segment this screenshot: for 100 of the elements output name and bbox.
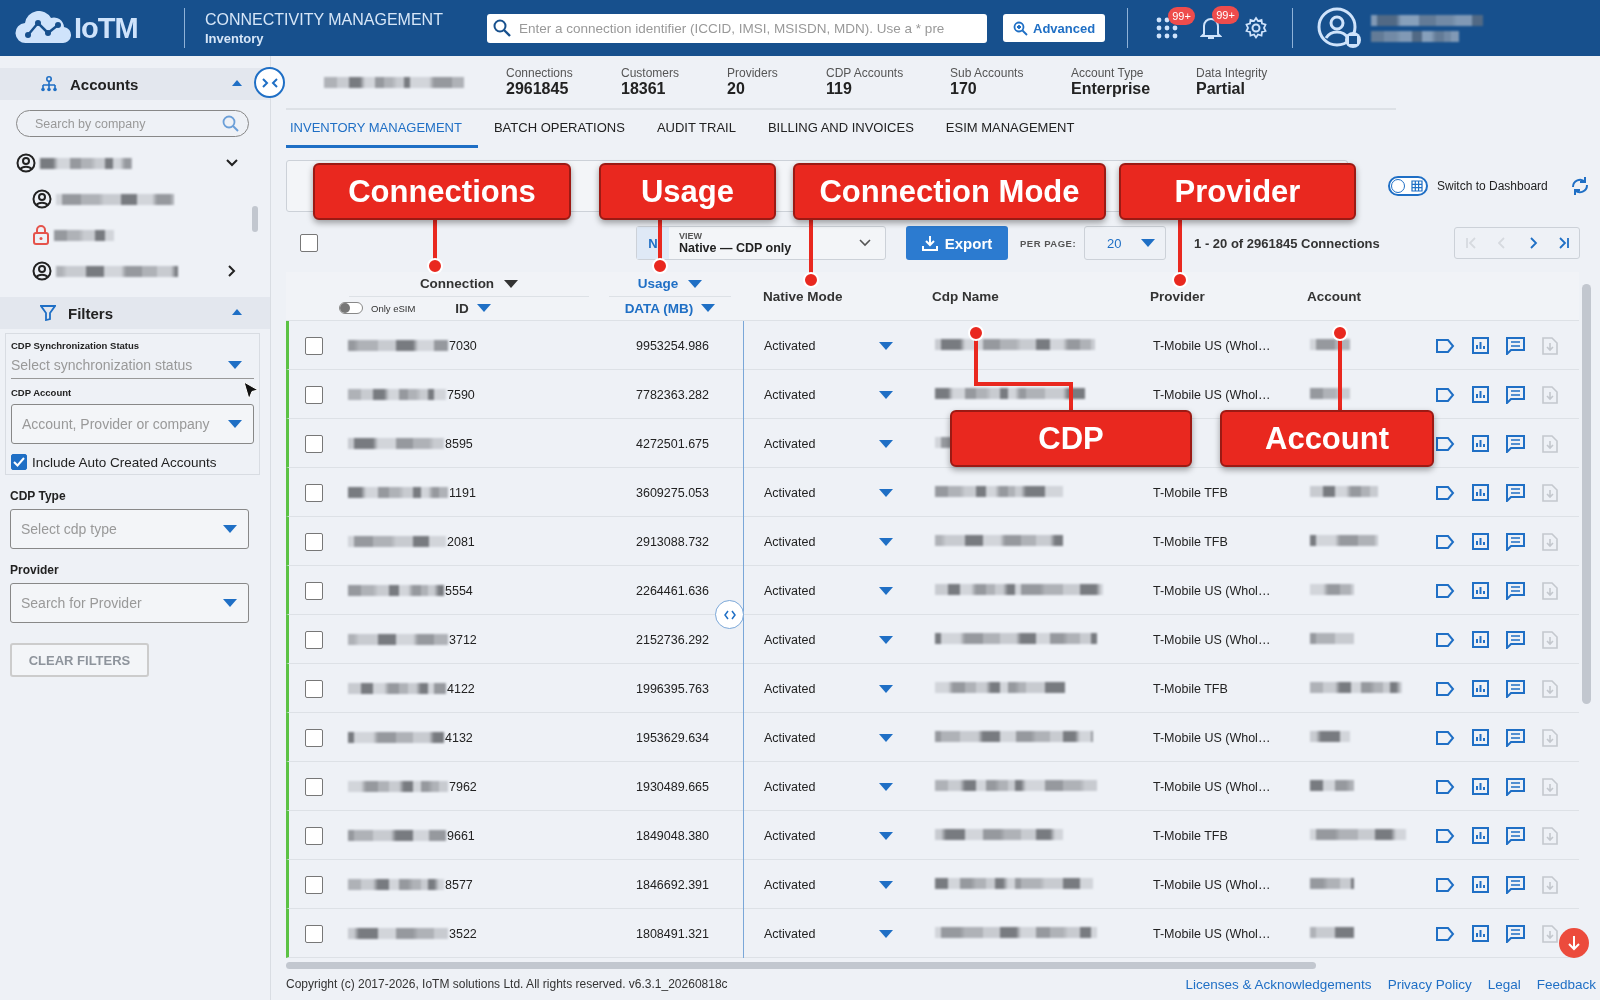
mode-value: Activated	[764, 681, 816, 696]
footer-link[interactable]: Legal	[1487, 976, 1521, 992]
mode-value: Activated	[764, 926, 816, 941]
stat-label: Account Type	[1071, 66, 1145, 80]
tab[interactable]: BATCH OPERATIONS	[489, 110, 641, 148]
mode-value: Activated	[764, 877, 816, 892]
provider-value: T-Mobile US (Whol…	[1153, 583, 1271, 598]
column-header[interactable]: Account	[1299, 288, 1404, 304]
usage-value: 2913088.732	[636, 534, 709, 549]
footer-link[interactable]: Licenses & Acknowledgements	[1185, 976, 1372, 992]
export-button[interactable]: Export	[906, 226, 1008, 260]
callout-label: Usage	[599, 163, 776, 220]
per-page-dropdown[interactable]: 20	[1084, 226, 1167, 260]
connection-id: 5554	[445, 583, 473, 598]
tab[interactable]: AUDIT TRAIL	[652, 110, 752, 148]
stat-label: Providers	[727, 66, 779, 80]
tab[interactable]: BILLING AND INVOICES	[763, 110, 930, 148]
toggle-label: Only eSIM	[371, 302, 416, 314]
column-subheader[interactable]: DATA (MB)	[624, 300, 694, 316]
accounts-header[interactable]: Accounts	[0, 68, 270, 100]
provider-value: T-Mobile US (Whol…	[1153, 387, 1271, 402]
usage-value: 1996395.763	[636, 681, 709, 696]
mode-value: Activated	[764, 338, 816, 353]
mode-value: Activated	[764, 828, 816, 843]
usage-value: 2152736.292	[636, 632, 709, 647]
connection-id: 3712	[449, 632, 477, 647]
stat-value: Partial	[1196, 80, 1246, 98]
provider-value: T-Mobile TFB	[1153, 485, 1228, 500]
tab[interactable]: ESIM MANAGEMENT	[941, 110, 1091, 148]
mode-value: Activated	[764, 436, 816, 451]
mode-value: Activated	[764, 387, 816, 402]
usage-value: 7782363.282	[636, 387, 709, 402]
connection-id: 4122	[447, 681, 475, 696]
stat-value: 170	[950, 80, 978, 98]
field-label: CDP Account	[11, 387, 73, 398]
connection-id: 2081	[447, 534, 475, 549]
callout-label: Account	[1220, 410, 1434, 467]
toggle-label: Switch to Dashboard	[1437, 179, 1548, 193]
provider-value: T-Mobile US (Whol…	[1153, 877, 1271, 892]
stat-label: Customers	[621, 66, 680, 80]
dropdown-field[interactable]: Account, Provider or company	[11, 404, 254, 444]
provider-value: T-Mobile US (Whol…	[1153, 632, 1271, 647]
search-field[interactable]: Enter a connection identifier (ICCID, IMSI, MSISDN, MDN). Use a * pre	[487, 13, 987, 43]
dropdown-field[interactable]: Select synchronization status	[11, 351, 254, 379]
view-dropdown[interactable]: N VIEW Native — CDP only	[636, 226, 886, 260]
stat-label: Connections	[506, 66, 574, 80]
app-title: CONNECTIVITY MANAGEMENT	[205, 10, 444, 29]
callout-label: Provider	[1119, 163, 1356, 220]
count-badge: 99+	[1168, 7, 1195, 25]
column-subheader[interactable]: ID	[455, 300, 469, 316]
provider-value: T-Mobile US (Whol…	[1153, 338, 1271, 353]
connection-id: 4132	[445, 730, 473, 745]
checkbox-label: Include Auto Created Accounts	[32, 454, 217, 470]
column-header[interactable]: Cdp Name	[924, 288, 1144, 304]
usage-value: 3609275.053	[636, 485, 709, 500]
results-range: 1 - 20 of 2961845 Connections	[1194, 235, 1381, 251]
company-search-field[interactable]: Search by company	[16, 110, 249, 137]
mode-value: Activated	[764, 583, 816, 598]
usage-value: 1808491.321	[636, 926, 709, 941]
usage-value: 9953254.986	[636, 338, 709, 353]
tab[interactable]: INVENTORY MANAGEMENT	[286, 110, 478, 148]
provider-value: T-Mobile US (Whol…	[1153, 730, 1271, 745]
usage-value: 4272501.675	[636, 436, 709, 451]
advanced-search-button[interactable]: Advanced	[1003, 14, 1106, 42]
logo-text: IoTM	[74, 11, 138, 45]
stat-value: Enterprise	[1071, 80, 1152, 98]
usage-value: 1953629.634	[636, 730, 709, 745]
provider-value: T-Mobile TFB	[1153, 534, 1228, 549]
connection-id: 7962	[449, 779, 477, 794]
column-header[interactable]: Native Mode	[741, 288, 924, 304]
stat-value: 18361	[621, 80, 667, 98]
usage-value: 1930489.665	[636, 779, 709, 794]
usage-value: 1846692.391	[636, 877, 709, 892]
connection-id: 8595	[445, 436, 473, 451]
provider-value: T-Mobile US (Whol…	[1153, 926, 1271, 941]
mode-value: Activated	[764, 730, 816, 745]
footer-link[interactable]: Privacy Policy	[1387, 976, 1472, 992]
provider-value: T-Mobile TFB	[1153, 681, 1228, 696]
field-label: CDP Synchronization Status	[11, 340, 141, 351]
per-page-label: PER PAGE:	[1020, 237, 1077, 249]
stat-label: CDP Accounts	[826, 66, 905, 80]
usage-value: 2264461.636	[636, 583, 709, 598]
callout-label: Connections	[313, 163, 571, 220]
page-subtitle: Inventory	[205, 30, 265, 46]
dropdown-field[interactable]: Search for Provider	[10, 583, 249, 623]
field-label: CDP Type	[10, 489, 67, 503]
provider-value: T-Mobile US (Whol…	[1153, 779, 1271, 794]
filters-header[interactable]: Filters	[0, 297, 270, 329]
dropdown-field[interactable]: Select cdp type	[10, 509, 249, 549]
callout-label: CDP	[950, 410, 1192, 467]
stat-label: Sub Accounts	[950, 66, 1025, 80]
column-header[interactable]: Connection	[419, 276, 495, 292]
column-header[interactable]: Provider	[1144, 288, 1299, 304]
stat-value: 119	[826, 80, 853, 98]
footer-link[interactable]: Feedback	[1536, 976, 1596, 992]
stat-value: 2961845	[506, 80, 570, 98]
column-header[interactable]: Usage	[637, 276, 679, 292]
connection-id: 7590	[447, 387, 475, 402]
count-badge: 99+	[1212, 6, 1239, 24]
connection-id: 8577	[445, 877, 473, 892]
